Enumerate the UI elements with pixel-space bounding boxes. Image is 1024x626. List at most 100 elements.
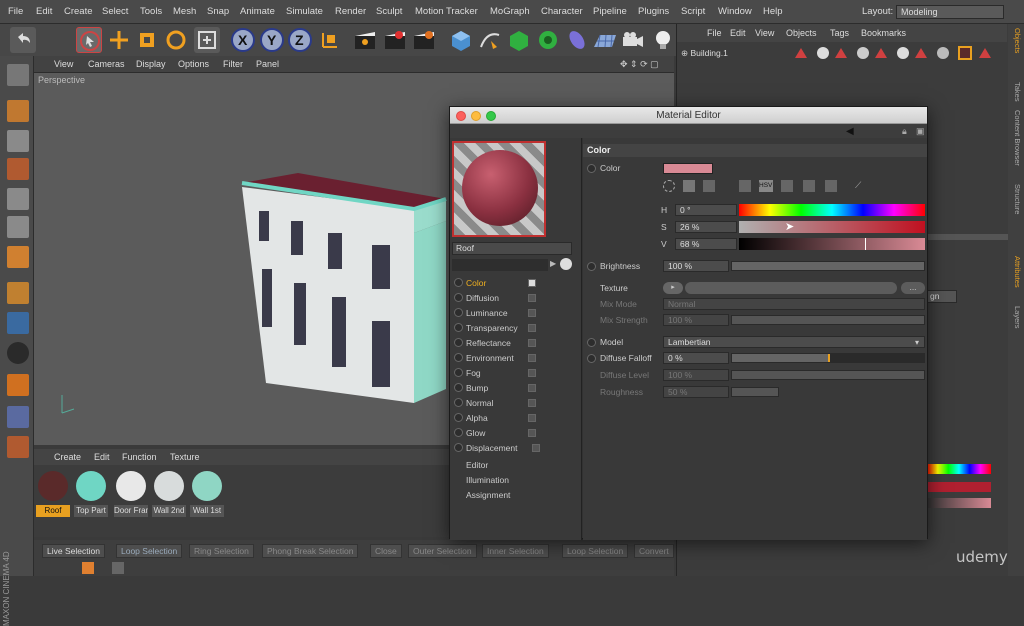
close-button[interactable]: Close [370,544,402,558]
loop-selection-button[interactable]: Loop Selection [116,544,183,558]
material-preview-box[interactable] [452,141,546,237]
value-slider[interactable] [739,238,925,250]
channel-checkbox-checked[interactable] [528,279,536,287]
material-swatch-top-part[interactable]: Top Part [74,469,108,519]
menu-tools[interactable]: Tools [140,6,162,17]
live-selection-button[interactable]: Live Selection [42,544,105,558]
outer-selection-button[interactable]: Outer Selection [408,544,477,558]
brightness-slider[interactable] [731,261,925,271]
deformer-icon[interactable] [564,27,590,53]
subdivision-icon[interactable] [506,27,532,53]
side-tab-takes[interactable]: Takes [1010,82,1022,102]
brightness-field[interactable]: 100 % [663,260,729,272]
polygons-mode-icon[interactable] [7,246,29,268]
channel-checkbox[interactable] [528,294,536,302]
model-radio[interactable] [587,338,596,347]
brush-icon[interactable] [82,562,94,574]
color-wheel-icon[interactable] [663,180,675,192]
diffuse-falloff-field[interactable]: 0 % [663,352,729,364]
menu-mograph[interactable]: MoGraph [490,6,530,17]
channel-radio[interactable] [454,398,463,407]
knife-icon[interactable] [112,562,124,574]
objects-menu-objects[interactable]: Objects [786,28,817,38]
attributes-saturation-bar[interactable] [927,482,991,492]
side-tab-layers[interactable]: Layers [1010,306,1022,329]
tab-editor[interactable]: Editor [454,458,576,472]
side-tab-objects[interactable]: Objects [1010,28,1022,53]
snap-icon[interactable] [7,342,29,364]
undo-icon[interactable] [10,27,36,53]
x-axis-icon[interactable]: X [230,27,256,53]
make-editable-icon[interactable] [7,100,29,122]
channel-displacement[interactable]: Displacement [454,441,576,455]
texture-mode-icon[interactable] [7,130,29,152]
channel-checkbox[interactable] [528,324,536,332]
points-mode-icon[interactable] [7,188,29,210]
viewport-nav-icons[interactable]: ✥ ⇕ ⟳ ▢ [620,59,659,70]
layout-dropdown[interactable]: Modeling [896,5,1004,19]
channel-checkbox[interactable] [528,369,536,377]
channel-radio[interactable] [454,323,463,332]
menu-plugins[interactable]: Plugins [638,6,669,17]
render-settings-icon[interactable] [411,27,437,53]
material-menu-create[interactable]: Create [54,452,81,462]
channel-checkbox[interactable] [528,429,536,437]
attributes-value-bar[interactable] [927,498,991,508]
channel-diffusion[interactable]: Diffusion [454,291,576,305]
edges-mode-icon[interactable] [7,216,29,238]
coordinate-system-icon[interactable] [317,27,343,53]
object-row-building[interactable]: ⊕ Building.1 [681,46,751,60]
tab-illumination[interactable]: Illumination [454,473,576,487]
menu-render[interactable]: Render [335,6,366,17]
attributes-assign-button[interactable]: gn [927,290,957,303]
side-tab-structure[interactable]: Structure [1010,184,1022,214]
channel-color[interactable]: Color [454,276,576,290]
viewport-menu-view[interactable]: View [54,59,73,69]
channel-checkbox[interactable] [528,384,536,392]
material-layer-field[interactable] [452,259,548,271]
hue-field[interactable]: 0 ° [675,204,737,216]
channel-radio[interactable] [454,383,463,392]
objects-menu-bookmarks[interactable]: Bookmarks [861,28,906,38]
channel-environment[interactable]: Environment [454,351,576,365]
material-menu-edit[interactable]: Edit [94,452,110,462]
back-arrow-icon[interactable]: ◀ [846,126,854,137]
channel-reflectance[interactable]: Reflectance [454,336,576,350]
swatches-icon[interactable] [825,180,837,192]
viewport-menu-cameras[interactable]: Cameras [88,59,125,69]
magnet-icon[interactable] [7,374,29,396]
roughness-field[interactable]: 50 % [663,386,729,398]
channel-radio[interactable] [454,308,463,317]
loop-selection-2-button[interactable]: Loop Selection [562,544,629,558]
recent-tools-icon[interactable] [194,27,220,53]
menu-window[interactable]: Window [718,6,752,17]
inner-selection-button[interactable]: Inner Selection [482,544,549,558]
channel-radio[interactable] [454,278,463,287]
texture-menu-button[interactable]: ▸ [663,282,683,294]
channel-fog[interactable]: Fog [454,366,576,380]
workplane-icon[interactable] [7,158,29,180]
channel-checkbox[interactable] [528,399,536,407]
diffuse-level-slider[interactable] [731,370,925,380]
channel-radio[interactable] [454,293,463,302]
menu-select[interactable]: Select [102,6,128,17]
channel-bump[interactable]: Bump [454,381,576,395]
y-axis-icon[interactable]: Y [259,27,285,53]
material-menu-texture[interactable]: Texture [170,452,200,462]
channel-radio[interactable] [454,443,463,452]
z-axis-icon[interactable]: Z [287,27,313,53]
move-icon[interactable] [106,27,132,53]
spectrum-icon[interactable] [683,180,695,192]
menu-edit[interactable]: Edit [36,6,52,17]
channel-checkbox[interactable] [532,444,540,452]
material-menu-function[interactable]: Function [122,452,157,462]
ring-selection-button[interactable]: Ring Selection [189,544,254,558]
objects-menu-tags[interactable]: Tags [830,28,849,38]
saturation-slider[interactable] [739,221,925,233]
channel-alpha[interactable]: Alpha [454,411,576,425]
material-swatch-door-frame[interactable]: Door Frame [114,469,148,519]
tweak-mode-icon[interactable] [7,312,29,334]
channel-radio[interactable] [454,338,463,347]
menu-character[interactable]: Character [541,6,583,17]
saturation-field[interactable]: 26 % [675,221,737,233]
